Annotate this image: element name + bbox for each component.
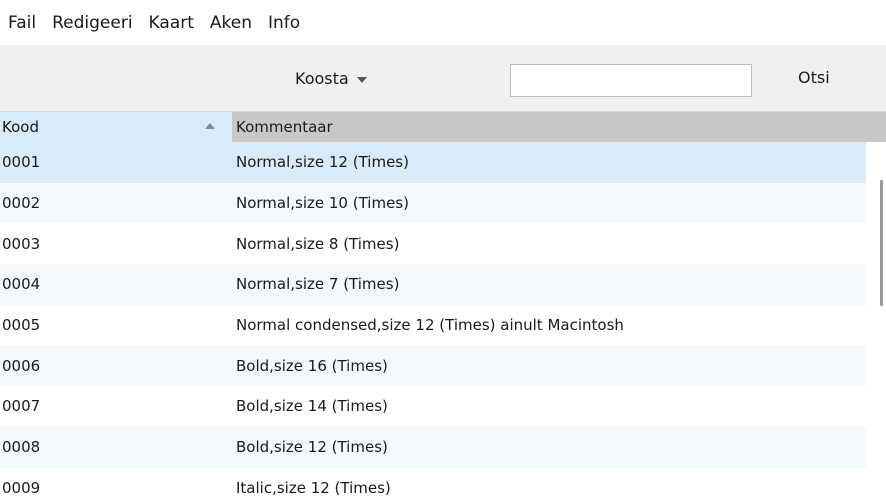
- cell-comment: Bold,size 16 (Times): [236, 356, 388, 375]
- chevron-down-icon: [356, 77, 367, 83]
- table-row[interactable]: 0008 Bold,size 12 (Times): [0, 426, 866, 468]
- table-row[interactable]: 0003 Normal,size 8 (Times): [0, 223, 866, 264]
- vertical-scrollbar[interactable]: [866, 142, 886, 496]
- menu-info[interactable]: Info: [260, 0, 308, 46]
- table-row[interactable]: 0001 Normal,size 12 (Times): [0, 142, 866, 183]
- cell-comment: Normal,size 7 (Times): [236, 275, 400, 294]
- app-window: Fail Redigeeri Kaart Aken Info Koosta Ot…: [0, 0, 886, 496]
- cell-comment: Normal condensed,size 12 (Times) ainult …: [236, 316, 624, 335]
- sort-ascending-icon: [205, 123, 215, 129]
- search-button[interactable]: Otsi: [798, 47, 830, 111]
- column-header-code[interactable]: Kood: [0, 112, 232, 142]
- table-row[interactable]: 0004 Normal,size 7 (Times): [0, 264, 866, 305]
- cell-comment: Normal,size 10 (Times): [236, 194, 409, 213]
- table-row[interactable]: 0006 Bold,size 16 (Times): [0, 345, 866, 387]
- menu-window[interactable]: Aken: [202, 0, 260, 46]
- cell-comment: Normal,size 8 (Times): [236, 234, 400, 253]
- toolbar: Koosta Otsi: [0, 46, 886, 112]
- table-row[interactable]: 0009 Italic,size 12 (Times): [0, 468, 866, 496]
- cell-comment: Italic,size 12 (Times): [236, 478, 391, 496]
- cell-code: 0001: [2, 153, 41, 172]
- cell-code: 0004: [2, 275, 41, 294]
- column-header-code-label: Kood: [2, 118, 39, 136]
- cell-comment: Normal,size 12 (Times): [236, 153, 409, 172]
- search-input[interactable]: [510, 64, 752, 97]
- compose-button[interactable]: Koosta: [295, 47, 367, 111]
- cell-code: 0006: [2, 356, 41, 375]
- cell-code: 0002: [2, 194, 41, 213]
- column-header-comment[interactable]: Kommentaar: [232, 112, 886, 142]
- cell-code: 0008: [2, 438, 41, 457]
- compose-label: Koosta: [295, 69, 349, 88]
- table-header: Kood Kommentaar: [0, 112, 886, 142]
- menu-edit[interactable]: Redigeeri: [44, 0, 140, 46]
- table-row[interactable]: 0002 Normal,size 10 (Times): [0, 182, 866, 224]
- cell-code: 0005: [2, 316, 41, 335]
- cell-code: 0003: [2, 234, 41, 253]
- menu-bar: Fail Redigeeri Kaart Aken Info: [0, 0, 886, 46]
- menu-file[interactable]: Fail: [0, 0, 44, 46]
- cell-comment: Bold,size 14 (Times): [236, 397, 388, 416]
- scrollbar-thumb[interactable]: [880, 180, 883, 306]
- table-row[interactable]: 0005 Normal condensed,size 12 (Times) ain…: [0, 305, 866, 346]
- menu-map[interactable]: Kaart: [141, 0, 202, 46]
- cell-comment: Bold,size 12 (Times): [236, 438, 388, 457]
- cell-code: 0009: [2, 478, 41, 496]
- table-row[interactable]: 0007 Bold,size 14 (Times): [0, 386, 866, 427]
- code-table: Kood Kommentaar 0001 Normal,size 12 (Time…: [0, 112, 886, 496]
- cell-code: 0007: [2, 397, 41, 416]
- table-body: 0001 Normal,size 12 (Times) 0002 Normal,siz…: [0, 142, 866, 496]
